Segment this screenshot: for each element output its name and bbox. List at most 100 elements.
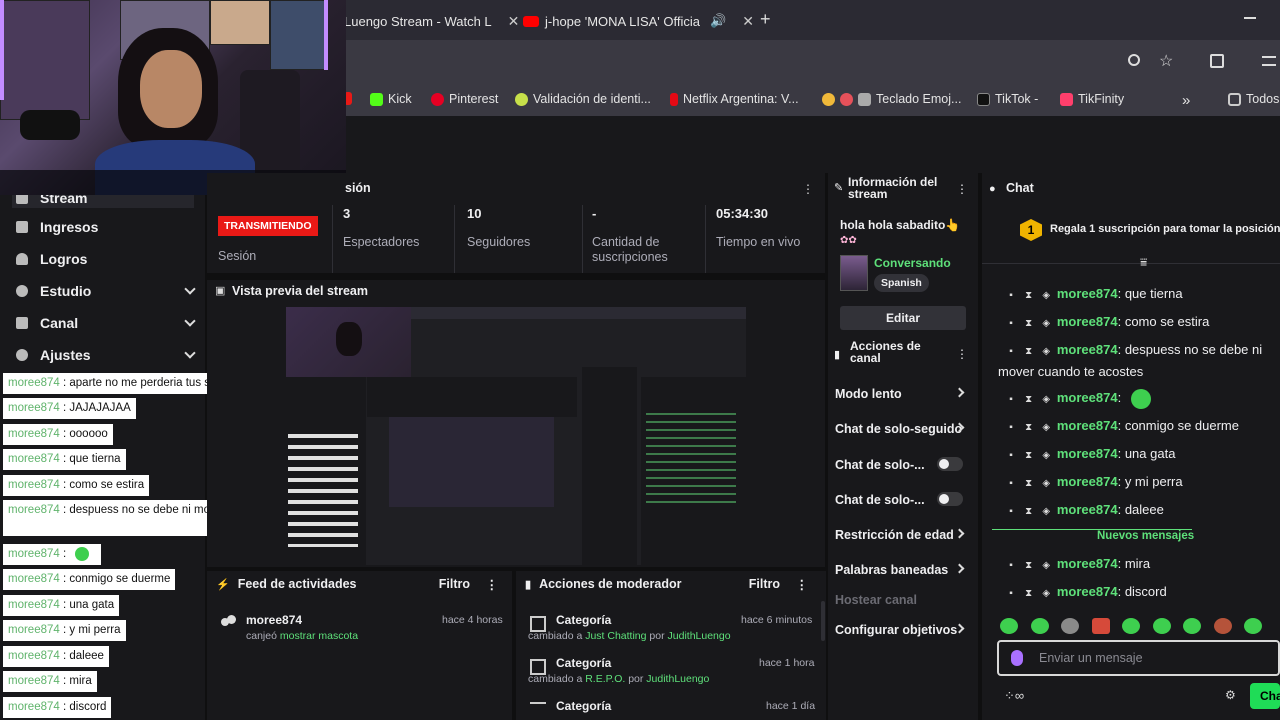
chevron-down-icon[interactable] bbox=[184, 347, 196, 359]
ban-icon[interactable]: ◈ bbox=[1039, 286, 1053, 306]
timeout-icon[interactable]: ⧗ bbox=[1022, 584, 1036, 604]
filter-button[interactable]: Filtro bbox=[439, 577, 470, 591]
ban-icon[interactable]: ◈ bbox=[1039, 342, 1053, 362]
mod-desc-who[interactable]: JudithLuengo bbox=[668, 630, 731, 642]
action-subs-only[interactable]: Chat de solo-... bbox=[835, 457, 971, 472]
chat-message[interactable]: ▪ ⧗ ◈ moree874: daleee bbox=[998, 500, 1276, 522]
trash-icon[interactable]: ▪ bbox=[1004, 342, 1018, 362]
timeout-icon[interactable]: ⧗ bbox=[1022, 390, 1036, 410]
timeout-icon[interactable]: ⧗ bbox=[1022, 556, 1036, 576]
chat-message[interactable]: ▪ ⧗ ◈ moree874: bbox=[998, 388, 1276, 410]
tab-mona-lisa[interactable]: j-hope 'MONA LISA' Officia 🔊 ✕ bbox=[523, 8, 754, 34]
more-options-icon[interactable]: ⋮ bbox=[956, 347, 968, 361]
toggle-switch[interactable] bbox=[937, 457, 963, 471]
chat-message[interactable]: ▪ ⧗ ◈ moree874: y mi perra bbox=[998, 472, 1276, 494]
chat-username[interactable]: moree874 bbox=[1057, 446, 1118, 461]
bookmark-teclado[interactable]: Teclado Emoj... bbox=[822, 92, 961, 106]
trash-icon[interactable]: ▪ bbox=[1004, 556, 1018, 576]
chat-message[interactable]: ▪ ⧗ ◈ moree874: discord bbox=[998, 582, 1276, 604]
action-emotes-only[interactable]: Chat de solo-... bbox=[835, 492, 971, 507]
timeout-icon[interactable]: ⧗ bbox=[1022, 286, 1036, 306]
filter-button[interactable]: Filtro bbox=[749, 577, 780, 591]
gift-leaderboard-text[interactable]: Regala 1 suscripción para tomar la posic… bbox=[1050, 223, 1280, 235]
more-options-icon[interactable]: ⋮ bbox=[956, 182, 968, 196]
bookmark-tiktok[interactable]: TikTok - bbox=[977, 92, 1038, 106]
feed-user[interactable]: moree874 bbox=[246, 613, 302, 627]
close-icon[interactable]: ✕ bbox=[508, 13, 520, 30]
chat-username[interactable]: moree874 bbox=[1057, 502, 1118, 517]
ban-icon[interactable]: ◈ bbox=[1039, 390, 1053, 410]
ban-icon[interactable]: ◈ bbox=[1039, 314, 1053, 334]
timeout-icon[interactable]: ⧗ bbox=[1022, 474, 1036, 494]
timeout-icon[interactable]: ⧗ bbox=[1022, 418, 1036, 438]
chat-username[interactable]: moree874 bbox=[1057, 390, 1118, 405]
action-followers-only[interactable]: Chat de solo-seguido bbox=[835, 422, 971, 436]
chat-message[interactable]: ▪ ⧗ ◈ moree874: como se estira bbox=[998, 312, 1276, 334]
ban-icon[interactable]: ◈ bbox=[1039, 584, 1053, 604]
emote-icon[interactable] bbox=[1092, 618, 1110, 634]
close-icon[interactable]: ✕ bbox=[742, 13, 754, 30]
timeout-icon[interactable]: ⧗ bbox=[1022, 314, 1036, 334]
gear-icon[interactable]: ⚙ bbox=[1225, 688, 1236, 702]
timeout-icon[interactable]: ⧗ bbox=[1022, 446, 1036, 466]
action-banned-words[interactable]: Palabras baneadas bbox=[835, 563, 971, 577]
chat-username[interactable]: moree874 bbox=[1057, 418, 1118, 433]
chat-message[interactable]: ▪ ⧗ ◈ moree874: que tierna bbox=[998, 284, 1276, 306]
ban-icon[interactable]: ◈ bbox=[1039, 556, 1053, 576]
more-bookmarks-icon[interactable]: » bbox=[1182, 92, 1190, 109]
trash-icon[interactable]: ▪ bbox=[1004, 314, 1018, 334]
chat-message[interactable]: ▪ ⧗ ◈ moree874: conmigo se duerme bbox=[998, 416, 1276, 438]
chat-username[interactable]: moree874 bbox=[1057, 314, 1118, 329]
zoom-icon[interactable] bbox=[1128, 54, 1140, 66]
star-icon[interactable]: ☆ bbox=[1159, 51, 1173, 71]
trash-icon[interactable]: ▪ bbox=[1004, 474, 1018, 494]
emote-icon[interactable] bbox=[1122, 618, 1140, 634]
edit-button[interactable]: Editar bbox=[840, 306, 966, 330]
pin-icon[interactable]: ⩸ bbox=[1140, 255, 1147, 270]
chat-message[interactable]: ▪ ⧗ ◈ moree874: despuess no se debe ni m… bbox=[998, 340, 1276, 382]
trash-icon[interactable]: ▪ bbox=[1004, 418, 1018, 438]
sidebar-item-logros[interactable]: Logros bbox=[16, 251, 194, 267]
sidebar-item-ajustes[interactable]: Ajustes bbox=[16, 347, 196, 363]
ban-icon[interactable]: ◈ bbox=[1039, 502, 1053, 522]
emote-icon[interactable] bbox=[1061, 618, 1079, 634]
points-icon[interactable]: ⁘∞ bbox=[1004, 688, 1024, 704]
emote-icon[interactable] bbox=[1031, 618, 1049, 634]
action-configure-goals[interactable]: Configurar objetivos bbox=[835, 623, 971, 637]
chat-username[interactable]: moree874 bbox=[1057, 584, 1118, 599]
tab-luengo-stream[interactable]: Luengo Stream - Watch L ✕ bbox=[344, 8, 519, 34]
emote-icon[interactable] bbox=[1244, 618, 1262, 634]
bookmark-folder-todos[interactable]: Todos bbox=[1228, 92, 1279, 106]
emote-icon[interactable] bbox=[1153, 618, 1171, 634]
chat-message[interactable]: ▪ ⧗ ◈ moree874: mira bbox=[998, 554, 1276, 576]
trash-icon[interactable]: ▪ bbox=[1004, 502, 1018, 522]
mod-desc-who[interactable]: JudithLuengo bbox=[646, 673, 709, 685]
ban-icon[interactable]: ◈ bbox=[1039, 474, 1053, 494]
chat-input[interactable]: Enviar un mensaje bbox=[997, 640, 1280, 676]
trash-icon[interactable]: ▪ bbox=[1004, 446, 1018, 466]
toggle-switch[interactable] bbox=[937, 492, 963, 506]
sidebar-item-canal[interactable]: Canal bbox=[16, 315, 196, 331]
chat-message[interactable]: ▪ ⧗ ◈ moree874: una gata bbox=[998, 444, 1276, 466]
timeout-icon[interactable]: ⧗ bbox=[1022, 342, 1036, 362]
emote-icon[interactable] bbox=[1214, 618, 1232, 634]
bookmark-kick[interactable]: Kick bbox=[370, 92, 412, 106]
minimize-icon[interactable] bbox=[1244, 17, 1256, 19]
new-tab-icon[interactable]: + bbox=[760, 9, 771, 30]
sidebar-item-estudio[interactable]: Estudio bbox=[16, 283, 196, 299]
action-slow-mode[interactable]: Modo lento bbox=[835, 387, 971, 401]
menu-icon[interactable] bbox=[1262, 56, 1276, 66]
chevron-down-icon[interactable] bbox=[184, 315, 196, 327]
trash-icon[interactable]: ▪ bbox=[1004, 584, 1018, 604]
scrollbar[interactable] bbox=[821, 601, 825, 641]
more-options-icon[interactable]: ⋮ bbox=[802, 182, 814, 196]
ban-icon[interactable]: ◈ bbox=[1039, 418, 1053, 438]
speaker-icon[interactable]: 🔊 bbox=[710, 13, 726, 29]
extensions-icon[interactable] bbox=[1210, 54, 1224, 68]
chat-username[interactable]: moree874 bbox=[1057, 474, 1118, 489]
bookmark-pinterest[interactable]: Pinterest bbox=[431, 92, 498, 106]
stream-preview-video[interactable] bbox=[286, 307, 746, 565]
trash-icon[interactable]: ▪ bbox=[1004, 286, 1018, 306]
bookmark-tikfinity[interactable]: TikFinity bbox=[1060, 92, 1124, 106]
tag-chip[interactable]: Spanish bbox=[874, 274, 929, 292]
